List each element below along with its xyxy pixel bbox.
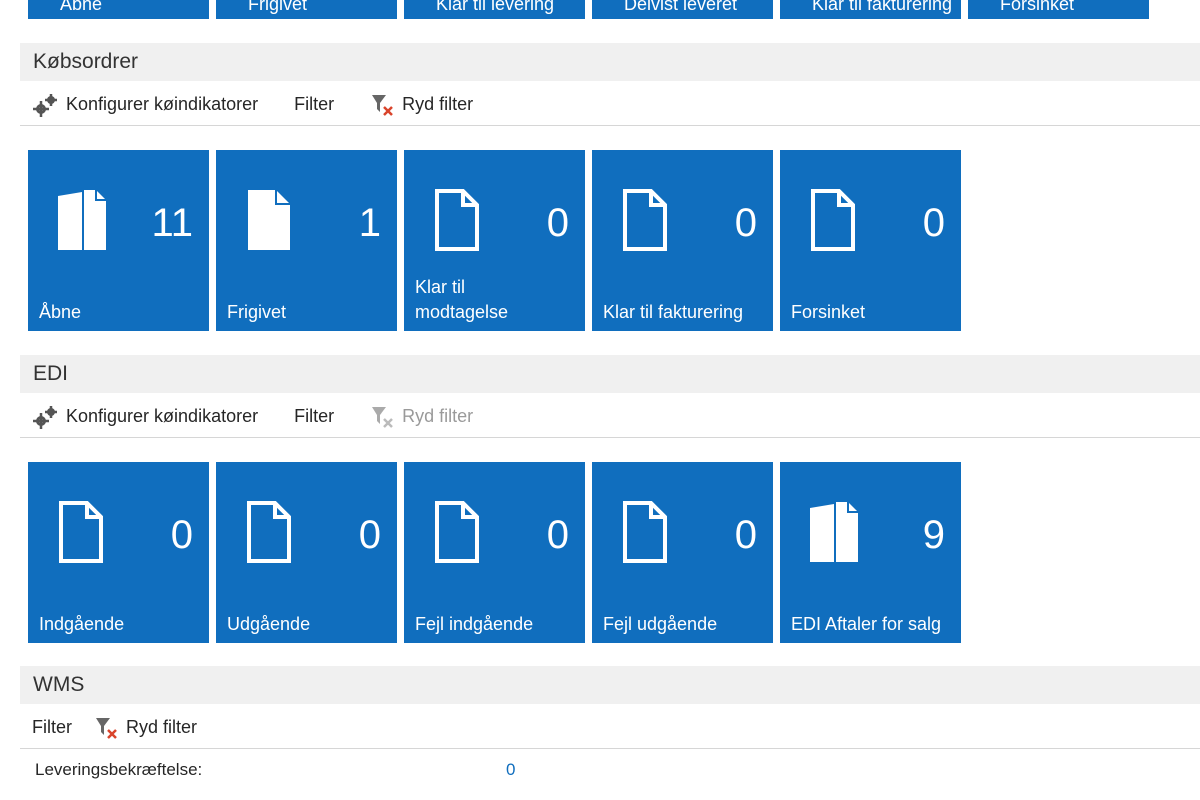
tile-ready-receipt[interactable]: 0 Klar til modtagelse: [404, 150, 585, 331]
filled-doc-icon: [248, 190, 290, 250]
tile-label: Udgående: [227, 614, 311, 634]
clear-filter-label: Ryd filter: [402, 94, 474, 114]
clear-filter-icon: [96, 717, 117, 739]
delivery-confirmation-row: Leveringsbekræftelse: 0: [35, 760, 515, 780]
section-header-edi: EDI: [20, 355, 1200, 393]
tile-label: Fejl udgående: [603, 614, 718, 634]
tile-count: 0: [734, 201, 757, 245]
delivery-confirmation-value[interactable]: 0: [506, 760, 515, 780]
tile-error-outgoing[interactable]: 0 Fejl udgående: [592, 462, 773, 643]
top-tile-label: Åbne: [60, 0, 103, 14]
toolbar-purchase-orders: Konfigurer køindikatorer Filter Ryd filt…: [20, 84, 1200, 126]
top-tile-label: Forsinket: [1000, 0, 1075, 14]
clear-filter-label: Ryd filter: [402, 406, 474, 426]
top-tile-label: Frigivet: [248, 0, 308, 14]
empty-doc-icon: [247, 501, 291, 563]
empty-doc-icon: [59, 501, 103, 563]
tile-open[interactable]: 11 Åbne: [28, 150, 209, 331]
filter-label: Filter: [32, 717, 72, 737]
tile-count: 0: [170, 513, 193, 557]
tile-released[interactable]: 1 Frigivet: [216, 150, 397, 331]
tile-count: 0: [358, 513, 381, 557]
multi-doc-icon: [810, 502, 858, 562]
top-tile-label: Klar til fakturering: [812, 0, 953, 14]
clear-filter-button[interactable]: Ryd filter: [94, 715, 197, 741]
toolbar-edi: Konfigurer køindikatorer Filter Ryd filt…: [20, 396, 1200, 438]
section-header-wms: WMS: [20, 666, 1200, 704]
configure-cues-button[interactable]: Konfigurer køindikatorer: [32, 92, 258, 118]
filter-button[interactable]: Filter: [294, 94, 334, 115]
tile-outgoing[interactable]: 0 Udgående: [216, 462, 397, 643]
tile-label: Klar til fakturering: [603, 302, 744, 322]
clear-filter-icon: [372, 406, 393, 428]
tile-label: Klar til modtagelse: [415, 277, 509, 322]
tile-edi-agreements-sales[interactable]: 9 EDI Aftaler for salg: [780, 462, 961, 643]
filter-button[interactable]: Filter: [32, 717, 72, 738]
clear-filter-icon: [372, 94, 393, 116]
filter-label: Filter: [294, 94, 335, 114]
tile-count: 1: [358, 201, 381, 245]
tile-count: 9: [922, 513, 945, 557]
tile-count: 0: [546, 201, 569, 245]
filter-label: Filter: [294, 406, 335, 426]
top-tile-ready-delivery[interactable]: Klar til levering: [404, 0, 585, 19]
clear-filter-label: Ryd filter: [126, 717, 198, 737]
top-tile-delayed[interactable]: Forsinket: [968, 0, 1149, 19]
top-tile-label: Delvist leveret: [624, 0, 738, 14]
clear-filter-button[interactable]: Ryd filter: [370, 404, 473, 430]
tile-ready-invoice[interactable]: 0 Klar til fakturering: [592, 150, 773, 331]
toolbar-wms: Filter Ryd filter: [20, 707, 1200, 749]
configure-cues-label: Konfigurer køindikatorer: [66, 406, 259, 426]
delivery-confirmation-label: Leveringsbekræftelse:: [35, 760, 203, 779]
filter-button[interactable]: Filter: [294, 406, 334, 427]
tile-incoming[interactable]: 0 Indgående: [28, 462, 209, 643]
tile-error-incoming[interactable]: 0 Fejl indgående: [404, 462, 585, 643]
empty-doc-icon: [623, 189, 667, 251]
tile-label: Frigivet: [227, 302, 287, 322]
gears-icon: [33, 405, 57, 429]
empty-doc-icon: [435, 501, 479, 563]
tile-count: 11: [151, 201, 193, 245]
top-tile-released[interactable]: Frigivet: [216, 0, 397, 19]
gears-icon: [33, 93, 57, 117]
empty-doc-icon: [811, 189, 855, 251]
top-tile-partially-delivered[interactable]: Delvist leveret: [592, 0, 773, 19]
section-header-purchase-orders: Købsordrer: [20, 43, 1200, 81]
tile-delayed[interactable]: 0 Forsinket: [780, 150, 961, 331]
tile-count: 0: [546, 513, 569, 557]
configure-cues-button[interactable]: Konfigurer køindikatorer: [32, 404, 258, 430]
top-tile-label: Klar til levering: [436, 0, 555, 14]
top-tile-open[interactable]: Åbne: [28, 0, 209, 19]
clear-filter-button[interactable]: Ryd filter: [370, 92, 473, 118]
tile-count: 0: [734, 513, 757, 557]
tile-label: Forsinket: [791, 302, 866, 322]
tile-label: Åbne: [39, 302, 82, 322]
empty-doc-icon: [623, 501, 667, 563]
tile-label: Fejl indgående: [415, 614, 534, 634]
multi-doc-icon: [58, 190, 106, 250]
tile-label: EDI Aftaler for salg: [791, 614, 942, 634]
configure-cues-label: Konfigurer køindikatorer: [66, 94, 259, 114]
tile-label: Indgående: [39, 614, 125, 634]
top-tile-ready-invoice[interactable]: Klar til fakturering: [780, 0, 961, 19]
tile-count: 0: [922, 201, 945, 245]
empty-doc-icon: [435, 189, 479, 251]
